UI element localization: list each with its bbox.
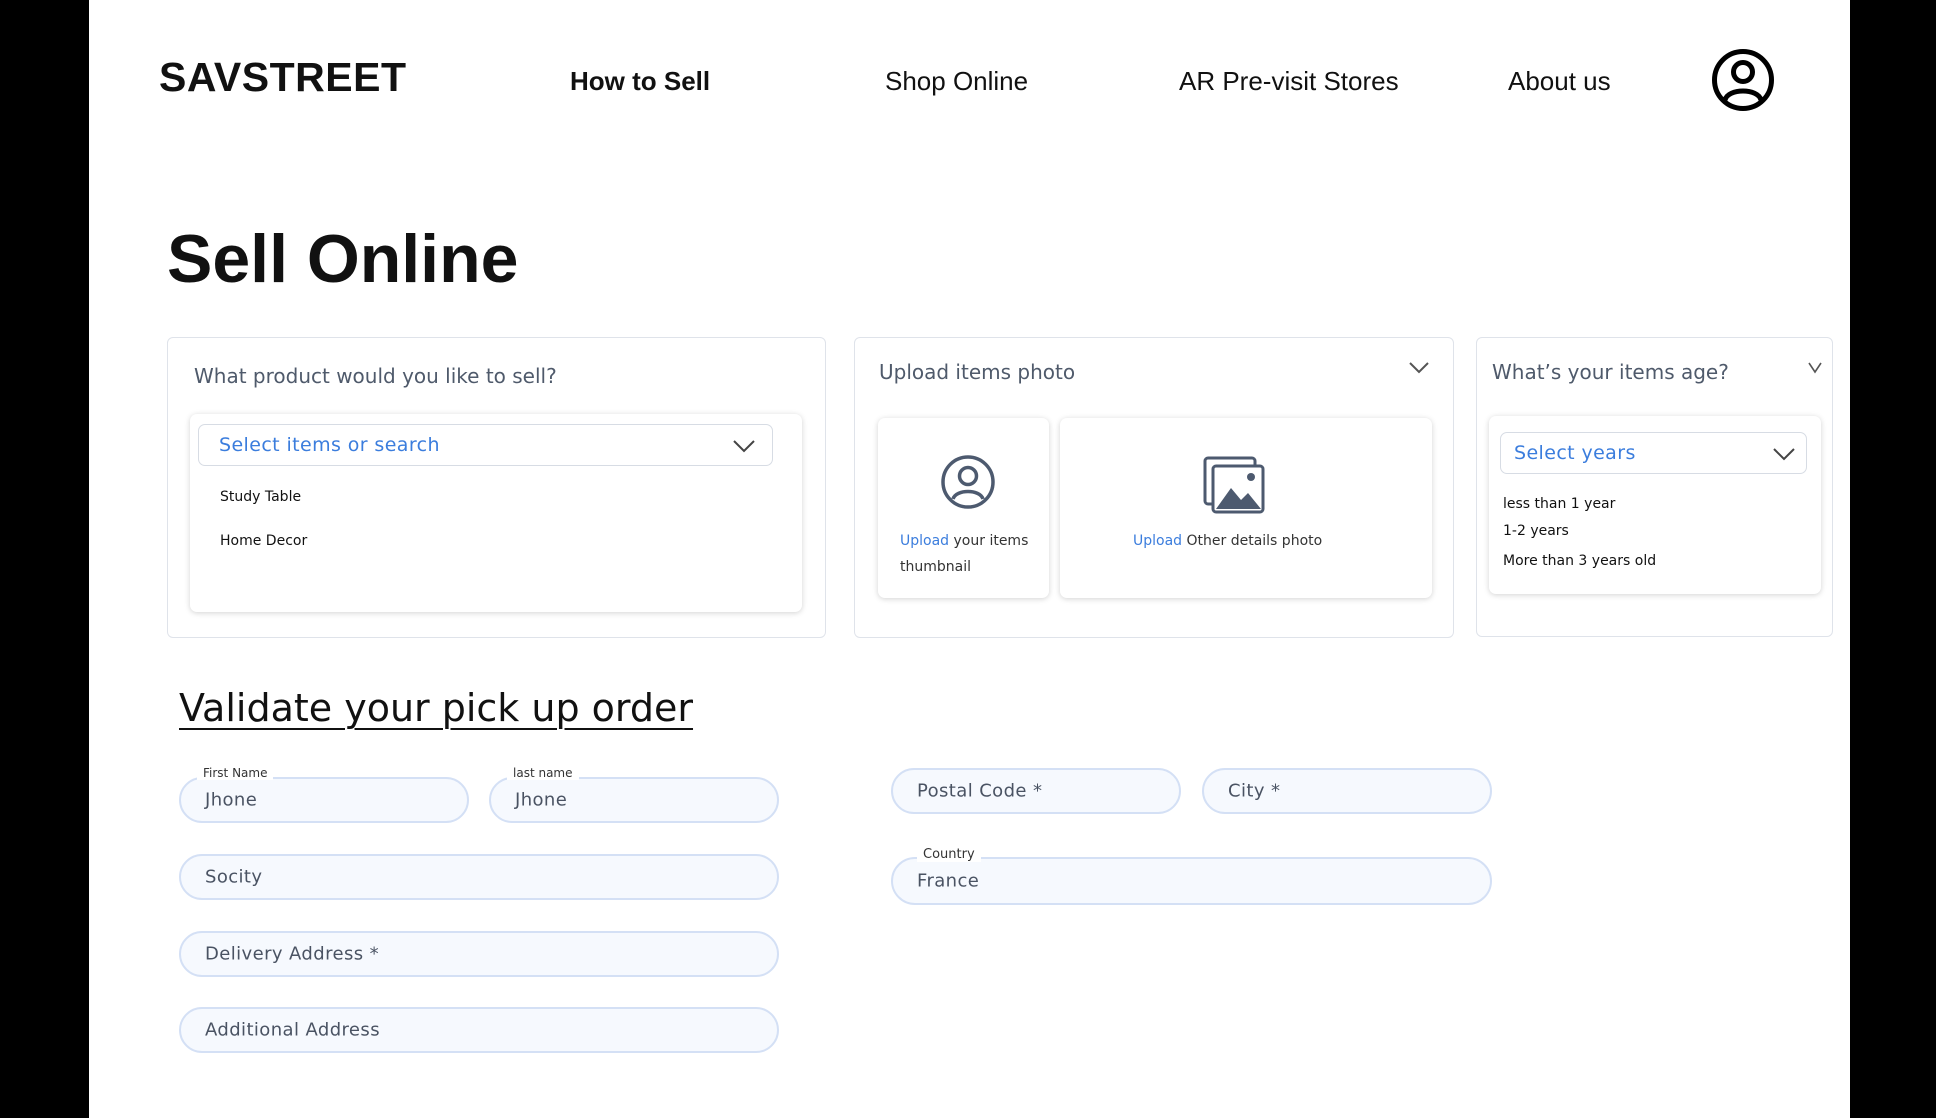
nav-shop-online[interactable]: Shop Online	[885, 66, 1028, 97]
item-age-card-title: What’s your items age?	[1492, 360, 1729, 384]
additional-address-placeholder: Additional Address	[205, 1019, 380, 1041]
upload-other-photos-text: Upload Other details photo	[1133, 528, 1322, 554]
city-placeholder: City *	[1228, 780, 1281, 802]
upload-thumbnail-caption-2: thumbnail	[900, 559, 971, 575]
product-option[interactable]: Study Table	[220, 489, 301, 505]
image-gallery-icon	[1203, 456, 1265, 514]
first-name-field[interactable]: First Name Jhone	[179, 766, 469, 823]
socity-placeholder: Socity	[205, 866, 263, 888]
delivery-address-field[interactable]: Delivery Address *	[179, 931, 779, 977]
last-name-field[interactable]: last name Jhone	[489, 766, 779, 823]
upload-thumbnail-box[interactable]: Upload your items thumbnail	[878, 418, 1049, 598]
age-option[interactable]: 1-2 years	[1503, 523, 1569, 539]
country-value: France	[917, 870, 980, 892]
item-age-dropdown-panel: Select years less than 1 year 1-2 years …	[1489, 416, 1821, 594]
brand-logo[interactable]: SAVSTREET	[159, 54, 407, 101]
country-field[interactable]: Country France	[891, 847, 1492, 905]
product-select[interactable]: Select items or search	[198, 424, 773, 466]
last-name-value: Jhone	[515, 789, 568, 811]
user-account-icon[interactable]	[1711, 48, 1775, 112]
age-option[interactable]: More than 3 years old	[1503, 553, 1656, 569]
additional-address-field[interactable]: Additional Address	[179, 1007, 779, 1053]
postal-code-placeholder: Postal Code *	[917, 780, 1043, 802]
postal-code-field[interactable]: Postal Code *	[891, 768, 1181, 814]
product-card-title: What product would you like to sell?	[194, 364, 557, 388]
city-field[interactable]: City *	[1202, 768, 1492, 814]
socity-field[interactable]: Socity	[179, 854, 779, 900]
nav-ar-pre-visit-stores[interactable]: AR Pre-visit Stores	[1179, 66, 1399, 97]
nav-about-us[interactable]: About us	[1508, 66, 1611, 97]
chevron-down-icon[interactable]	[1408, 361, 1430, 375]
first-name-label: First Name	[197, 766, 274, 780]
country-label: Country	[917, 847, 981, 862]
product-select-placeholder: Select items or search	[219, 434, 440, 456]
upload-thumbnail-text: Upload your items thumbnail	[900, 528, 1028, 580]
item-age-select[interactable]: Select years	[1500, 432, 1807, 474]
last-name-label: last name	[507, 766, 579, 780]
product-option[interactable]: Home Decor	[220, 533, 307, 549]
item-age-select-placeholder: Select years	[1514, 442, 1636, 464]
product-dropdown-panel: Select items or search Study Table Home …	[190, 414, 802, 612]
item-age-card: What’s your items age? Select years less…	[1476, 337, 1833, 637]
validate-order-title: Validate your pick up order	[179, 686, 694, 730]
page-title: Sell Online	[167, 221, 519, 297]
chevron-down-icon	[1773, 448, 1795, 461]
upload-other-photos-caption: Other details photo	[1182, 533, 1323, 549]
product-card: What product would you like to sell? Sel…	[167, 337, 826, 638]
upload-thumbnail-caption: your items	[949, 533, 1029, 549]
delivery-address-placeholder: Delivery Address *	[205, 943, 380, 965]
age-option[interactable]: less than 1 year	[1503, 496, 1615, 512]
upload-photo-card-title: Upload items photo	[879, 360, 1076, 384]
first-name-value: Jhone	[205, 789, 258, 811]
upload-photo-card: Upload items photo Upload your items thu…	[854, 337, 1454, 638]
chevron-down-icon[interactable]	[1808, 362, 1822, 374]
upload-thumbnail-link[interactable]: Upload	[900, 533, 949, 549]
chevron-down-icon	[733, 440, 755, 453]
upload-other-photos-box[interactable]: Upload Other details photo	[1060, 418, 1432, 598]
page: SAVSTREET How to Sell Shop Online AR Pre…	[89, 0, 1850, 1118]
nav-how-to-sell[interactable]: How to Sell	[570, 66, 710, 97]
user-circle-icon	[941, 455, 995, 509]
upload-other-photos-link[interactable]: Upload	[1133, 533, 1182, 549]
